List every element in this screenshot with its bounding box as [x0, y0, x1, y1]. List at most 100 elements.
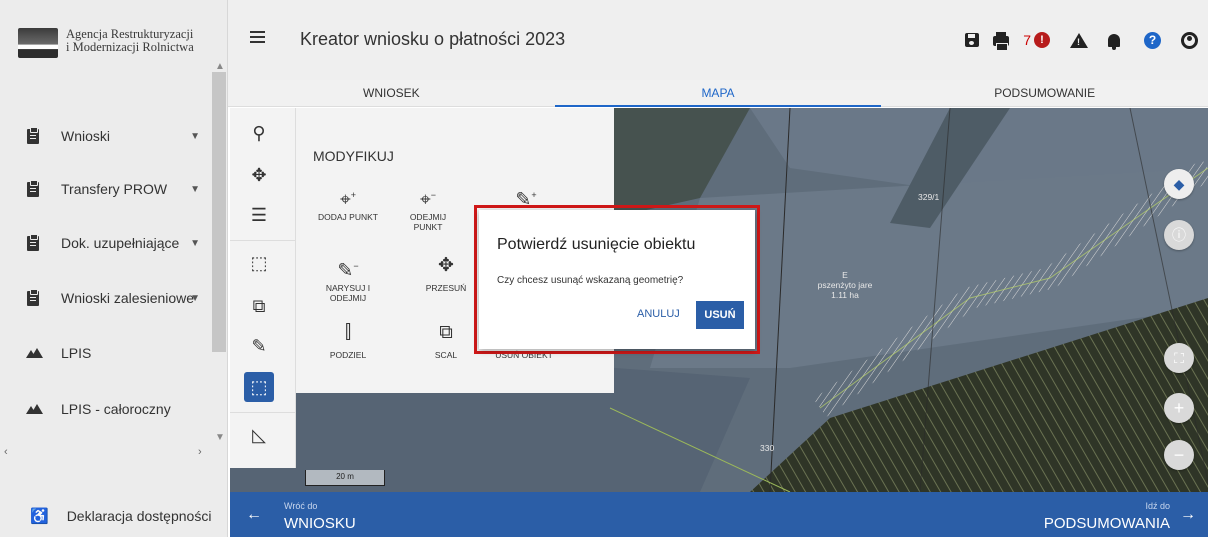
info-button[interactable]: ⓘ [1164, 220, 1194, 250]
hamburger-menu-icon[interactable] [250, 31, 265, 43]
add-point-tool[interactable]: ⌖+ DODAJ PUNKT [318, 182, 378, 222]
back-target: WNIOSKU [284, 515, 356, 532]
layers-icon: ◆ [1173, 175, 1185, 192]
tab-wniosek[interactable]: WNIOSEK [228, 80, 555, 106]
parcel-label: 330 [760, 443, 775, 453]
sidebar-horizontal-scrollbar[interactable]: ‹ › [0, 446, 212, 462]
parcel-label: 329/1 [918, 192, 940, 202]
sidebar-item-label: Dok. uzupełniające [61, 235, 180, 251]
dialog-message: Czy chcesz usunąć wskazaną geometrię? [497, 275, 684, 286]
arrow-left-icon: ← [246, 506, 262, 523]
search-tool-button[interactable]: ⚲ [244, 118, 274, 148]
save-button[interactable] [965, 30, 980, 50]
page-title: Kreator wniosku o płatności 2023 [300, 29, 566, 49]
chevron-down-icon[interactable]: ▼ [190, 131, 200, 142]
sidebar-item-lpis-caloroczny[interactable]: LPIS - całoroczny [0, 394, 212, 424]
print-icon [993, 32, 1010, 51]
edit-tool-button[interactable]: ✎ [244, 331, 274, 361]
clipboard-icon [26, 288, 40, 306]
dialog-title: Potwierdź usunięcie obiektu [497, 236, 696, 253]
print-button[interactable] [993, 30, 1010, 51]
cursor-icon: ✥ [251, 164, 267, 185]
minus-icon: − [1173, 444, 1185, 465]
tab-bar: WNIOSEK MAPA PODSUMOWANIE [228, 80, 1208, 107]
field-label: E pszenżyto jare 1.11 ha [790, 270, 900, 300]
notifications-button[interactable] [1108, 30, 1120, 50]
clipboard-icon [26, 233, 40, 251]
info-icon: ⓘ [1172, 227, 1186, 243]
map-toolbar: ⚲ ✥ ☰ ⬚ ⧉ ✎ ⬚ ◺ [230, 108, 296, 468]
area-icon: ⬚ [250, 376, 268, 397]
zoom-in-button[interactable]: + [1164, 393, 1194, 423]
sidebar-item-wnioski-zalesieniowe[interactable]: Wnioski zalesieniowe ▼ [0, 283, 212, 313]
sidebar-item-wnioski[interactable]: Wnioski ▼ [0, 121, 212, 151]
confirm-delete-button[interactable]: USUŃ [696, 301, 744, 329]
save-icon [965, 33, 980, 47]
error-count-badge: 7 [1023, 32, 1031, 48]
arrow-right-icon: → [1180, 506, 1196, 523]
errors-button[interactable]: 7 ! [1023, 30, 1050, 50]
draw-subtract-tool[interactable]: ✎− NARYSUJ I ODEJMIJ [318, 253, 378, 303]
sidebar-item-label: Wnioski zalesieniowe [61, 290, 195, 306]
zoom-out-button[interactable]: − [1164, 440, 1194, 470]
scroll-left-icon[interactable]: ‹ [4, 446, 8, 458]
fullscreen-icon: ⛶ [1174, 349, 1184, 366]
cursor-tool-button[interactable]: ✥ [244, 160, 274, 190]
chevron-down-icon[interactable]: ▼ [190, 238, 200, 249]
modify-tool-button[interactable]: ⬚ [244, 372, 274, 402]
modify-panel-title: MODYFIKUJ [313, 148, 394, 164]
remove-point-icon: ⌖− [420, 189, 436, 211]
scroll-up-icon[interactable]: ▲ [215, 61, 225, 72]
select-icon: ⬚ [250, 252, 268, 273]
cancel-button[interactable]: ANULUJ [637, 308, 680, 320]
confirm-delete-dialog: Potwierdź usunięcie obiektu Czy chcesz u… [479, 210, 755, 349]
merge-icon: ⧉ [439, 322, 453, 343]
split-tool[interactable]: ⫿ PODZIEL [318, 320, 378, 360]
warning-icon: ! [1070, 32, 1088, 48]
field-code: E [842, 270, 848, 280]
split-icon: ⫿ [344, 322, 352, 343]
copy-tool-button[interactable]: ⧉ [244, 291, 274, 321]
remove-point-tool[interactable]: ⌖− ODEJMIJ PUNKT [398, 182, 458, 232]
merge-tool[interactable]: ⧉ SCAL [416, 320, 476, 360]
alert-icon: ! [1034, 32, 1050, 48]
user-account-button[interactable] [1181, 30, 1198, 50]
accessibility-link[interactable]: ♿ Deklaracja dostępności [0, 494, 228, 537]
move-icon: ✥ [438, 255, 454, 276]
mountain-icon [26, 345, 43, 361]
plus-icon: + [1173, 397, 1185, 418]
user-icon [1181, 31, 1198, 49]
scroll-right-icon[interactable]: › [198, 446, 202, 458]
map-scale-bar: 20 m [305, 470, 385, 486]
app-header: Kreator wniosku o płatności 2023 7 ! ! ? [228, 0, 1208, 80]
warnings-button[interactable]: ! [1070, 30, 1088, 50]
select-tool-button[interactable]: ⬚ [244, 248, 274, 278]
chevron-down-icon[interactable]: ▼ [190, 184, 200, 195]
sidebar-item-dok-uzupelniajace[interactable]: Dok. uzupełniające ▼ [0, 228, 212, 258]
measure-icon: ◺ [252, 424, 266, 445]
help-icon: ? [1144, 31, 1161, 49]
clipboard-icon [26, 179, 40, 197]
help-button[interactable]: ? [1144, 30, 1161, 50]
measure-tool-button[interactable]: ◺ [244, 420, 274, 450]
move-tool[interactable]: ✥ PRZESUŃ [416, 253, 476, 293]
sidebar-scrollbar[interactable] [212, 72, 226, 352]
bottom-navigation-bar: ← Wróć do WNIOSKU Idź do PODSUMOWANIA → [230, 492, 1208, 537]
pencil-icon: ✎ [251, 335, 267, 356]
sidebar-item-transfery-prow[interactable]: Transfery PROW ▼ [0, 174, 212, 204]
sidebar-item-label: Wnioski [61, 128, 111, 144]
sidebar-item-lpis[interactable]: LPIS [0, 338, 212, 368]
fullscreen-button[interactable]: ⛶ [1164, 343, 1194, 373]
logo-line-2: i Modernizacji Rolnictwa [66, 40, 194, 54]
list-tool-button[interactable]: ☰ [244, 200, 274, 230]
accessibility-label: Deklaracja dostępności [66, 507, 212, 524]
chevron-down-icon[interactable]: ▼ [190, 293, 200, 304]
back-caption: Wróć do [284, 501, 318, 511]
tab-mapa[interactable]: MAPA [554, 80, 882, 107]
tab-podsumowanie[interactable]: PODSUMOWANIE [881, 80, 1208, 106]
scroll-down-icon[interactable]: ▼ [215, 432, 225, 443]
bell-icon [1108, 33, 1120, 50]
agency-logo[interactable]: Agencja Restrukturyzacji i Modernizacji … [18, 28, 194, 58]
layers-button[interactable]: ◆ [1164, 169, 1194, 199]
arimr-logo-icon [18, 28, 58, 58]
